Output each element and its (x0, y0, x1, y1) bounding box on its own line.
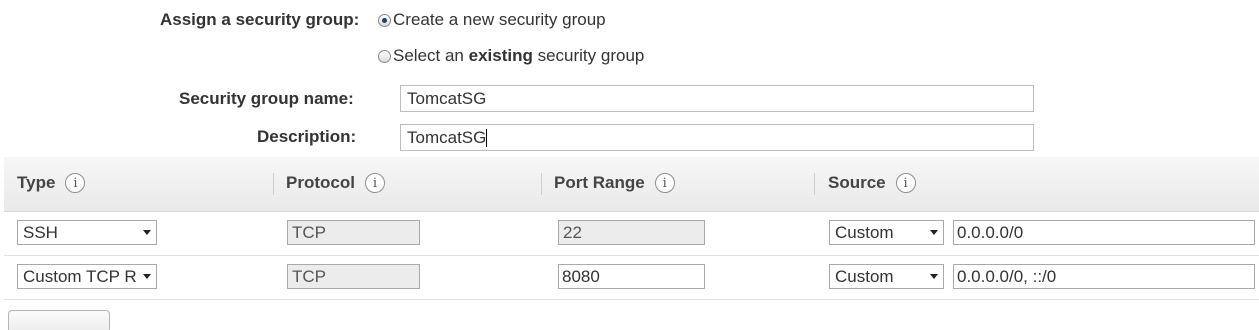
description-input[interactable]: TomcatSG (400, 124, 1034, 151)
column-header-protocol-label: Protocol (286, 173, 355, 192)
select-existing-security-group-option[interactable]: Select an existing security group (378, 46, 644, 66)
rule-protocol-value: TCP (292, 222, 326, 242)
row-divider (4, 255, 1259, 256)
rule-source-select[interactable]: Custom (829, 264, 944, 289)
rule-source-input[interactable]: 0.0.0.0/0, ::/0 (953, 264, 1255, 289)
rule-type-value: Custom TCP R (23, 266, 137, 286)
column-header-port-range[interactable]: Port Range i (554, 173, 675, 193)
create-new-security-group-option[interactable]: Create a new security group (378, 10, 606, 30)
chevron-down-icon (138, 230, 156, 235)
chevron-down-icon (925, 274, 943, 279)
rule-port-range-value: 22 (563, 222, 582, 242)
assign-security-group-label: Assign a security group: (160, 10, 360, 29)
column-separator (541, 173, 542, 195)
rule-source-value: 0.0.0.0/0 (957, 222, 1024, 242)
description-value: TomcatSG (407, 127, 487, 147)
info-icon[interactable]: i (65, 173, 86, 193)
info-icon[interactable]: i (895, 173, 916, 193)
select-existing-bold-word: existing (468, 46, 533, 65)
rule-source-select-value: Custom (835, 222, 894, 242)
info-icon[interactable]: i (654, 173, 675, 193)
row-divider (4, 299, 1259, 300)
security-group-name-input[interactable]: TomcatSG (400, 85, 1034, 112)
rule-port-range-value: 8080 (562, 266, 600, 286)
column-header-protocol[interactable]: Protocol i (286, 173, 385, 193)
add-rule-button[interactable] (8, 310, 110, 330)
text-cursor (486, 128, 488, 147)
radio-checked-icon[interactable] (378, 13, 391, 27)
radio-unchecked-icon[interactable] (378, 49, 391, 63)
info-icon[interactable]: i (364, 173, 385, 193)
security-group-name-label: Security group name: (179, 89, 354, 108)
column-header-port-range-label: Port Range (554, 173, 645, 192)
column-header-type-label: Type (17, 173, 56, 192)
rule-protocol-field: TCP (287, 264, 420, 289)
rule-type-select[interactable]: SSH (17, 220, 157, 245)
chevron-down-icon (925, 230, 943, 235)
description-label: Description: (257, 127, 357, 146)
rule-type-value: SSH (23, 222, 58, 242)
rule-source-select-value: Custom (835, 266, 894, 286)
rule-type-select[interactable]: Custom TCP R (17, 264, 157, 289)
column-separator (814, 173, 815, 195)
rule-protocol-value: TCP (292, 266, 326, 286)
rule-port-range-input[interactable]: 8080 (558, 264, 705, 289)
column-header-type[interactable]: Type i (17, 173, 86, 193)
rule-source-value: 0.0.0.0/0, ::/0 (957, 266, 1057, 286)
rule-protocol-field: TCP (287, 220, 420, 245)
rule-port-range-field: 22 (558, 220, 705, 245)
column-header-source[interactable]: Source i (828, 173, 916, 193)
rule-source-select[interactable]: Custom (829, 220, 944, 245)
column-separator (273, 173, 274, 195)
rule-source-input[interactable]: 0.0.0.0/0 (953, 220, 1255, 245)
select-existing-suffix: security group (532, 46, 645, 65)
chevron-down-icon (138, 274, 156, 279)
create-new-security-group-label: Create a new security group (393, 10, 606, 29)
column-header-source-label: Source (828, 173, 886, 192)
select-existing-prefix: Select an (393, 46, 469, 65)
security-group-name-value: TomcatSG (407, 88, 487, 108)
